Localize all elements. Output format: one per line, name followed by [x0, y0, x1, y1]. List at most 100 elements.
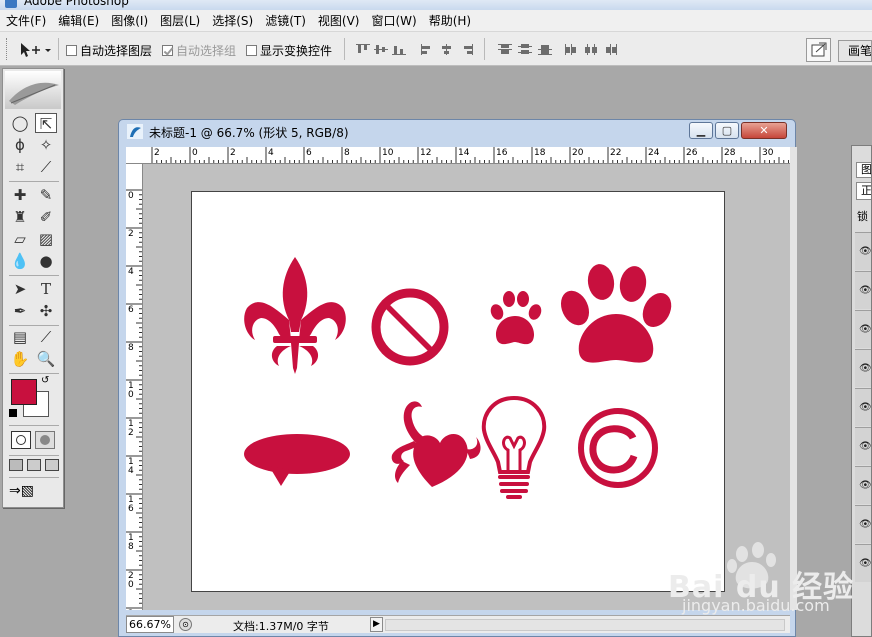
- auto-select-group-checkbox[interactable]: [162, 45, 173, 56]
- vertical-scrollbar[interactable]: [790, 147, 797, 610]
- distribute-horizontal-centers-icon[interactable]: [584, 44, 598, 55]
- pen-tool-icon[interactable]: ✒: [9, 301, 31, 321]
- document-title-bar[interactable]: 未标题-1 @ 66.7% (形状 5, RGB/8) ▁ ▢ ✕: [119, 120, 795, 143]
- show-transform-controls-option[interactable]: 显示变换控件: [246, 42, 332, 59]
- eye-icon[interactable]: 👁: [859, 402, 871, 413]
- standard-mode-icon[interactable]: [11, 431, 31, 449]
- magic-wand-tool-icon[interactable]: ✧: [35, 135, 57, 155]
- path-selection-tool-icon[interactable]: ➤: [9, 279, 31, 299]
- no-symbol-shape[interactable]: [371, 288, 449, 366]
- small-paw-shape[interactable]: [489, 291, 544, 345]
- maximize-button[interactable]: ▢: [715, 122, 739, 139]
- vertical-ruler[interactable]: 024681012141618202: [126, 164, 143, 610]
- history-brush-tool-icon[interactable]: ✐: [35, 207, 57, 227]
- notes-tool-icon[interactable]: ▤: [9, 327, 31, 347]
- blend-mode-select[interactable]: 正: [856, 182, 871, 200]
- slice-tool-icon[interactable]: ⟋: [35, 157, 57, 177]
- eye-icon[interactable]: 👁: [859, 363, 871, 374]
- healing-brush-tool-icon[interactable]: ✚: [9, 185, 31, 205]
- menu-select[interactable]: 选择(S): [206, 12, 259, 29]
- default-colors-icon[interactable]: [9, 409, 17, 417]
- distribute-left-edges-icon[interactable]: [564, 44, 578, 55]
- gradient-tool-icon[interactable]: ▨: [35, 229, 57, 249]
- large-paw-shape[interactable]: [556, 262, 677, 363]
- auto-select-group-option[interactable]: 自动选择组: [162, 42, 236, 59]
- zoom-tool-icon[interactable]: 🔍: [35, 349, 57, 369]
- maximized-screen-mode-icon[interactable]: [27, 459, 41, 471]
- minimize-button[interactable]: ▁: [689, 122, 713, 139]
- brushes-panel-tab[interactable]: 画笔: [838, 40, 872, 62]
- layer-row[interactable]: 👁: [855, 271, 871, 309]
- menu-help[interactable]: 帮助(H): [423, 12, 477, 29]
- status-menu-arrow-icon[interactable]: ▶: [370, 617, 383, 632]
- decorative-heart-shape[interactable]: [391, 401, 481, 487]
- align-vertical-centers-icon[interactable]: [374, 44, 388, 55]
- foreground-color-swatch[interactable]: [11, 379, 37, 405]
- menu-file[interactable]: 文件(F): [0, 12, 52, 29]
- auto-select-layer-checkbox[interactable]: [66, 45, 77, 56]
- marquee-tool-icon[interactable]: ◯: [9, 113, 31, 133]
- move-tool-icon[interactable]: ⇱: [35, 113, 57, 133]
- jump-to-imageready-icon[interactable]: ⇒▧: [9, 483, 57, 501]
- layers-panel-tab[interactable]: 图: [856, 162, 871, 178]
- layer-row[interactable]: 👁: [855, 388, 871, 426]
- eye-icon[interactable]: 👁: [859, 441, 871, 452]
- distribute-right-edges-icon[interactable]: [604, 44, 618, 55]
- layer-row[interactable]: 👁: [855, 349, 871, 387]
- eraser-tool-icon[interactable]: ▱: [9, 229, 31, 249]
- horizontal-ruler[interactable]: 2 0 2 4 6 8 10 12 14 16 18 20 22 24 26 28 30: [142, 147, 790, 164]
- zoom-field[interactable]: 66.67%: [126, 616, 174, 633]
- distribute-vertical-centers-icon[interactable]: [518, 44, 532, 55]
- align-top-edges-icon[interactable]: [356, 44, 370, 55]
- layer-row[interactable]: 👁: [855, 505, 871, 543]
- full-screen-mode-icon[interactable]: [45, 459, 59, 471]
- custom-shape-tool-icon[interactable]: ✣: [35, 301, 57, 321]
- align-left-edges-icon[interactable]: [420, 44, 434, 55]
- status-info-icon[interactable]: ⊙: [179, 618, 192, 631]
- fleur-de-lis-shape[interactable]: [244, 257, 346, 374]
- toolbox-header[interactable]: [5, 71, 61, 109]
- layer-row[interactable]: 👁: [855, 232, 871, 270]
- options-grip[interactable]: [6, 38, 9, 60]
- menu-window[interactable]: 窗口(W): [365, 12, 422, 29]
- distribute-top-edges-icon[interactable]: [498, 44, 512, 55]
- light-bulb-shape[interactable]: [481, 395, 547, 499]
- align-right-edges-icon[interactable]: [460, 44, 474, 55]
- eye-icon[interactable]: 👁: [859, 480, 871, 491]
- brush-tool-icon[interactable]: ✎: [35, 185, 57, 205]
- lasso-tool-icon[interactable]: ϕ: [9, 135, 31, 155]
- eye-icon[interactable]: 👁: [859, 246, 871, 257]
- eye-icon[interactable]: 👁: [859, 324, 871, 335]
- move-tool-preset-picker[interactable]: [18, 40, 54, 60]
- layer-row[interactable]: 👁: [855, 544, 871, 582]
- crop-tool-icon[interactable]: ⌗: [9, 157, 31, 177]
- eye-icon[interactable]: 👁: [859, 285, 871, 296]
- align-horizontal-centers-icon[interactable]: [440, 44, 454, 55]
- layer-row[interactable]: 👁: [855, 310, 871, 348]
- standard-screen-mode-icon[interactable]: [9, 459, 23, 471]
- copyright-symbol-shape[interactable]: [578, 408, 658, 488]
- type-tool-icon[interactable]: T: [35, 279, 57, 299]
- distribute-bottom-edges-icon[interactable]: [538, 44, 552, 55]
- horizontal-scrollbar[interactable]: [385, 619, 785, 631]
- hand-tool-icon[interactable]: ✋: [9, 349, 31, 369]
- menu-edit[interactable]: 编辑(E): [52, 12, 105, 29]
- dodge-tool-icon[interactable]: ●: [35, 251, 57, 271]
- eye-icon[interactable]: 👁: [859, 558, 871, 569]
- menu-filter[interactable]: 滤镜(T): [259, 12, 312, 29]
- layer-row[interactable]: 👁: [855, 427, 871, 465]
- blur-tool-icon[interactable]: 💧: [9, 251, 31, 271]
- canvas[interactable]: [191, 191, 725, 592]
- speech-bubble-shape[interactable]: [244, 434, 350, 486]
- layer-row[interactable]: 👁: [855, 466, 871, 504]
- align-bottom-edges-icon[interactable]: [392, 44, 406, 55]
- go-to-bridge-button[interactable]: [806, 38, 831, 62]
- ruler-origin[interactable]: [126, 147, 143, 164]
- menu-view[interactable]: 视图(V): [312, 12, 366, 29]
- close-button[interactable]: ✕: [741, 122, 787, 139]
- eye-icon[interactable]: 👁: [859, 519, 871, 530]
- auto-select-layer-option[interactable]: 自动选择图层: [66, 42, 152, 59]
- swap-colors-icon[interactable]: ↺: [41, 375, 49, 386]
- clone-stamp-tool-icon[interactable]: ♜: [9, 207, 31, 227]
- eyedropper-tool-icon[interactable]: ⟋: [35, 327, 57, 347]
